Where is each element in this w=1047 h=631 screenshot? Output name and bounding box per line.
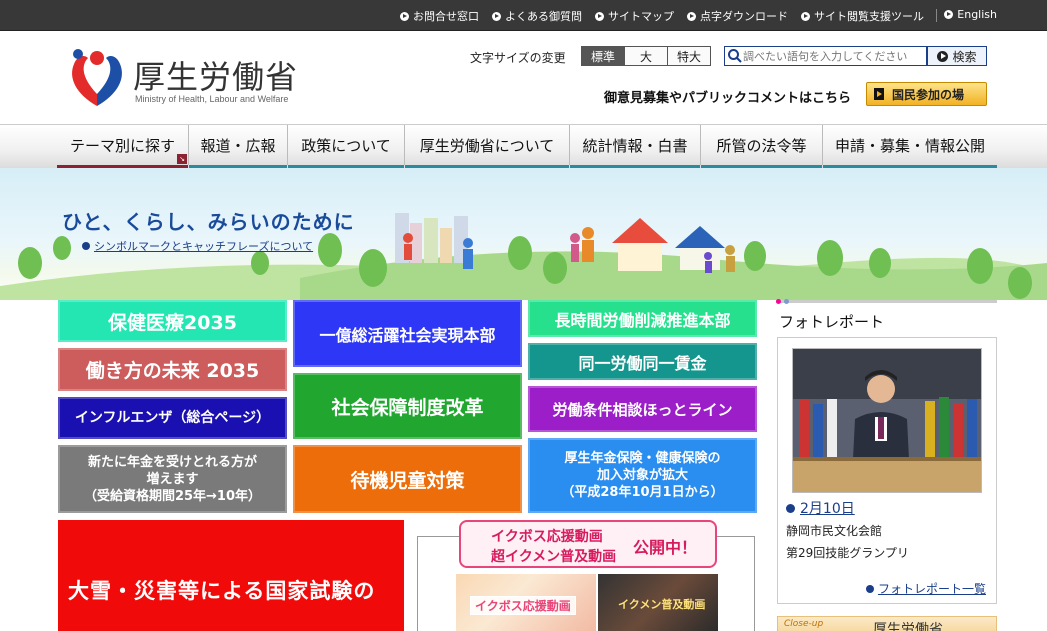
hero-banner: ひと、くらし、みらいのために シンボルマークとキャッチフレーズについて [0,168,1047,300]
banner-waiting-children[interactable]: 待機児童対策 [293,445,522,513]
closeup-panel[interactable]: Close-up 厚生労働省 [777,616,997,631]
utility-link-contact[interactable]: お問合せ窓口 [400,8,479,24]
ministry-logo-icon[interactable] [66,44,128,110]
utility-separator [936,9,937,22]
divider-dot-icon [784,299,789,304]
nav-item-laws[interactable]: 所管の法令等 [701,125,823,168]
search-icon [728,49,742,63]
banner-healthcare-2035[interactable]: 保健医療2035 [58,300,287,342]
dropdown-corner-icon: ↘ [177,154,187,164]
fontsize-xlarge-button[interactable]: 特大 [667,46,711,66]
arrow-circle-icon [937,50,949,62]
site-header: 厚生労働省 Ministry of Health, Labour and Wel… [0,32,1047,124]
photo-report-list-link[interactable]: フォトレポート一覧 [865,580,986,597]
utility-link-sitemap[interactable]: サイトマップ [595,8,674,24]
bullet-icon [82,242,90,250]
divider-dot-icon [776,299,781,304]
arrow-circle-icon [595,11,604,21]
nav-item-theme[interactable]: テーマ別に探す ↘ [57,125,189,168]
photo-report-date-link[interactable]: 2月10日 [786,498,855,518]
utility-links: お問合せ窓口 よくある御質問 サイトマップ 点字ダウンロード サイト閲覧支援ツー… [400,8,924,24]
fontsize-standard-button[interactable]: 標準 [581,46,625,66]
nav-item-application[interactable]: 申請・募集・情報公開 [823,125,997,168]
search-button[interactable]: 検索 [927,46,987,66]
banner-pension-eligibility[interactable]: 新たに年金を受けとれる方が 増えます （受給資格期間25年→10年） [58,445,287,513]
banner-work-future-2035[interactable]: 働き方の未来 2035 [58,348,287,391]
fontsize-buttons: 標準 大 特大 [581,46,711,66]
photo-report-event: 第29回技能グランプリ [786,546,909,560]
banner-ichioku-sokatsuyaku[interactable]: 一億総活躍社会実現本部 [293,300,522,367]
arrow-circle-icon [944,10,954,19]
arrow-circle-icon [865,584,874,593]
site-title[interactable]: 厚生労働省 [133,52,298,98]
arrow-circle-icon [801,11,810,21]
banner-social-security-reform[interactable]: 社会保障制度改革 [293,373,522,439]
utility-link-accessibility[interactable]: サイト閲覧支援ツール [801,8,924,24]
opinion-text: 御意見募集やパブリックコメントはこちら [604,91,852,106]
nav-item-policy[interactable]: 政策について [288,125,405,168]
nav-item-press[interactable]: 報道・広報 [189,125,288,168]
nav-item-statistics[interactable]: 統計情報・白書 [570,125,701,168]
banner-influenza[interactable]: インフルエンザ（総合ページ） [58,397,287,439]
ikuboss-heading[interactable]: イクボス応援動画 超イクメン普及動画 公開中！ [459,520,717,568]
photo-report-divider [776,300,997,303]
ikuboss-video-thumbnail[interactable]: イクボス応援動画 [456,574,596,631]
banner-national-exam-disaster[interactable]: 大雪・災害等による国家試験の [58,520,404,631]
global-nav: テーマ別に探す ↘ 報道・広報 政策について 厚生労働省について 統計情報・白書 … [0,124,1047,168]
search-box [724,46,927,66]
utility-link-faq[interactable]: よくある御質問 [492,8,582,24]
photo-report-box: 2月10日 静岡市民文化会館 第29回技能グランプリ フォトレポート一覧 [777,337,997,604]
banner-long-hours-reduction[interactable]: 長時間労働削減推進本部 [528,300,757,337]
nav-item-about[interactable]: 厚生労働省について [405,125,570,168]
utility-link-braille[interactable]: 点字ダウンロード [687,8,788,24]
fontsize-large-button[interactable]: 大 [624,46,668,66]
banner-insurance-expansion[interactable]: 厚生年金保険・健康保険の 加入対象が拡大 （平成28年10月1日から） [528,438,757,513]
photo-report-image[interactable] [792,348,982,493]
site-subtitle: Ministry of Health, Labour and Welfare [135,94,289,104]
arrow-circle-icon [786,503,795,513]
search-input[interactable] [743,49,923,63]
banner-equal-pay[interactable]: 同一労働同一賃金 [528,343,757,380]
ikumen-video-thumbnail[interactable]: イクメン普及動画 [598,574,718,631]
symbol-mark-link[interactable]: シンボルマークとキャッチフレーズについて [82,238,313,254]
photo-report-place: 静岡市民文化会館 [786,524,883,538]
speech-photo-icon [793,349,981,492]
hero-catchphrase: ひと、くらし、みらいのために [62,210,355,234]
arrow-circle-icon [492,11,501,21]
participate-button[interactable]: 国民参加の場 [866,82,987,106]
fontsize-label: 文字サイズの変更 [470,51,566,65]
utility-bar: お問合せ窓口 よくある御質問 サイトマップ 点字ダウンロード サイト閲覧支援ツー… [0,0,1047,31]
arrow-circle-icon [400,11,409,21]
arrow-box-icon [874,88,884,100]
english-link[interactable]: English [944,8,997,21]
photo-report-title: フォトレポート [779,313,885,331]
banner-labor-hotline[interactable]: 労働条件相談ほっとライン [528,386,757,432]
arrow-circle-icon [687,11,696,21]
